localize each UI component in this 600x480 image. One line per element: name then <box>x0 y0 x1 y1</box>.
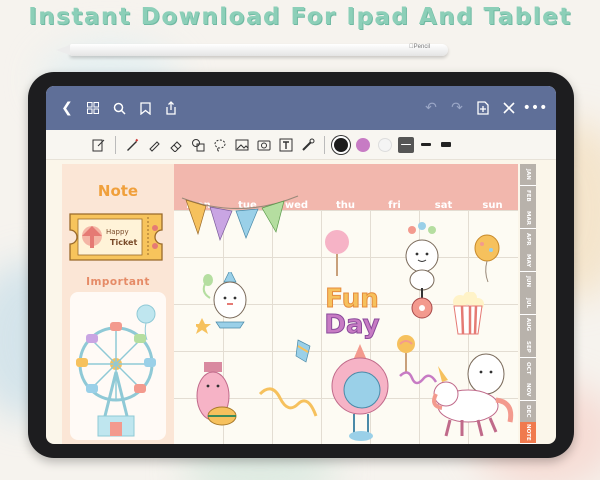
nav-bar: ❮ ↶ ↷ ••• <box>46 86 556 130</box>
lasso-icon[interactable] <box>211 136 229 154</box>
month-tab-jan[interactable]: JAN <box>520 164 536 186</box>
image-icon[interactable] <box>233 136 251 154</box>
month-tabs: JAN FEB MAR APR MAY JUN JUL AUG SEP OCT NOV DEC NOTE <box>520 164 536 444</box>
candy-sticker <box>295 339 311 363</box>
shapes-icon[interactable] <box>189 136 207 154</box>
cotton-candy-sticker <box>325 230 349 276</box>
grid-icon[interactable] <box>80 95 106 121</box>
month-tab-apr[interactable]: APR <box>520 228 536 251</box>
month-tab-jul[interactable]: JUL <box>520 293 536 315</box>
apple-pencil: Pencil <box>56 44 448 56</box>
month-tab-may[interactable]: MAY <box>520 250 536 272</box>
month-tab-feb[interactable]: FEB <box>520 185 536 208</box>
fun-day-text-day: Day <box>324 310 380 340</box>
undo-icon[interactable]: ↶ <box>418 95 444 121</box>
unicorn-ghost-sticker <box>432 353 514 437</box>
close-icon[interactable] <box>496 95 522 121</box>
color-swatch-white[interactable] <box>378 137 392 152</box>
important-label: Important <box>86 276 150 288</box>
month-tab-jun[interactable]: JUN <box>520 271 536 294</box>
month-tab-aug[interactable]: AUG <box>520 314 536 337</box>
ferris-wheel-sticker <box>70 292 166 440</box>
more-icon[interactable]: ••• <box>522 95 548 121</box>
balloon-sticker <box>474 234 500 283</box>
month-tab-oct[interactable]: OCT <box>520 357 536 380</box>
month-tab-note[interactable]: NOTE <box>520 422 536 444</box>
page-tool-icon[interactable] <box>90 136 108 154</box>
add-page-icon[interactable] <box>470 95 496 121</box>
color-swatch-black[interactable] <box>334 137 348 152</box>
color-swatch-purple[interactable] <box>356 137 370 152</box>
fun-day-text-fun: Fun <box>325 284 380 314</box>
planner-page: Note Happy Ticket Important tue wed thu … <box>62 164 536 444</box>
tablet-frame: ❮ ↶ ↷ ••• Note Happy Ticket Important tu… <box>28 72 574 458</box>
pen-icon[interactable] <box>123 136 141 154</box>
month-tab-mar[interactable]: MAR <box>520 207 536 229</box>
search-icon[interactable] <box>106 95 132 121</box>
eraser-icon[interactable] <box>167 136 185 154</box>
drawing-toolbar <box>46 130 556 160</box>
ticket-text-happy: Happy <box>106 228 129 236</box>
pencil-brand-label: Pencil <box>409 44 430 50</box>
dino-globe-sticker <box>331 344 389 441</box>
month-tab-nov[interactable]: NOV <box>520 379 536 401</box>
note-title: Note <box>97 182 139 200</box>
ticket-text-ticket: Ticket <box>110 238 137 247</box>
fun-day-sticker: Fun Day <box>312 284 392 340</box>
bunting-sticker <box>181 195 299 242</box>
redo-icon[interactable]: ↷ <box>444 95 470 121</box>
back-chevron-icon[interactable]: ❮ <box>54 95 80 121</box>
line-width-thick[interactable] <box>438 137 454 153</box>
month-tab-sep[interactable]: SEP <box>520 336 536 358</box>
month-tab-dec[interactable]: DEC <box>520 400 536 423</box>
clown-unicycle-sticker <box>405 222 439 319</box>
happy-ticket-sticker: Happy Ticket <box>69 213 163 261</box>
weekly-calendar: montuewedthufrisatsun <box>174 164 518 444</box>
confetti-ribbon-sticker <box>258 387 318 417</box>
toolbar-divider <box>115 135 116 154</box>
bookmark-icon[interactable] <box>132 95 158 121</box>
popcorn-sticker <box>453 292 484 335</box>
share-icon[interactable] <box>158 95 184 121</box>
drummer-sticker <box>196 362 237 426</box>
line-width-medium[interactable] <box>418 137 434 153</box>
laser-icon[interactable] <box>299 136 317 154</box>
highlighter-icon[interactable] <box>145 136 163 154</box>
text-icon[interactable] <box>277 136 295 154</box>
line-width-thin[interactable] <box>398 136 414 153</box>
toolbar-divider <box>324 135 325 154</box>
cute-ghost-party-hat-sticker <box>196 272 247 334</box>
note-sidebar: Note Happy Ticket Important <box>62 164 174 444</box>
camera-icon[interactable] <box>255 136 273 154</box>
headline: Instant Download For Ipad And Tablet <box>28 4 572 30</box>
app-screen: ❮ ↶ ↷ ••• Note Happy Ticket Important tu… <box>46 86 556 444</box>
